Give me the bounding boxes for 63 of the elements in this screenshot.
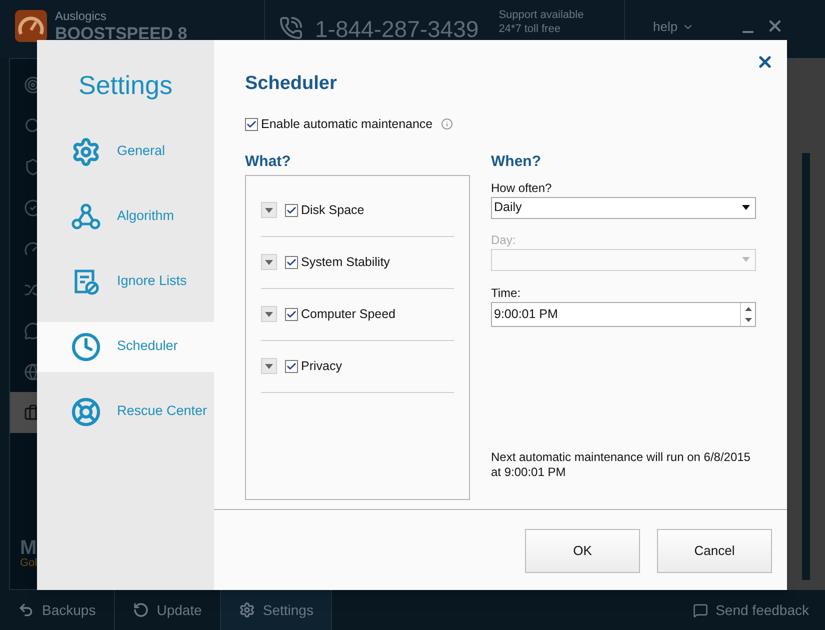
send-feedback-link[interactable]: Send feedback xyxy=(692,600,825,620)
scrollbar[interactable] xyxy=(802,153,810,580)
next-run-note: Next automatic maintenance will run on 6/8/2015 at 9:00:01 PM xyxy=(491,450,752,481)
up-arrow-icon xyxy=(744,306,752,310)
field-label: Time: xyxy=(491,284,522,302)
checkbox[interactable] xyxy=(245,118,258,131)
checkbox-label: System Stability xyxy=(301,254,390,271)
settings-nav-item[interactable]: Scheduler xyxy=(37,322,214,372)
dialog-button[interactable]: OK xyxy=(525,529,640,573)
triangle-down-icon xyxy=(265,208,273,213)
support-text: Support available xyxy=(498,8,584,22)
speech-bubble-icon xyxy=(692,602,708,618)
settings-icon xyxy=(238,602,255,618)
checkbox[interactable] xyxy=(285,360,298,373)
dialog-title: Settings xyxy=(78,69,172,102)
dialog-button[interactable]: Cancel xyxy=(657,529,772,573)
frequency-dropdown[interactable]: Daily xyxy=(491,196,756,219)
phone-number: 1-844-287-3439 xyxy=(315,18,479,41)
dropdown-arrow-icon xyxy=(742,205,750,210)
expand-button[interactable] xyxy=(261,202,277,218)
page-title: Scheduler xyxy=(245,74,338,93)
expand-button[interactable] xyxy=(261,306,277,322)
section-heading: What? xyxy=(245,154,292,169)
settings-nav-item[interactable]: Algorithm xyxy=(37,192,214,242)
gear-icon xyxy=(71,136,101,166)
checkbox-label: Computer Speed xyxy=(301,306,396,323)
settings-nav-item[interactable]: Rescue Center xyxy=(37,386,214,436)
settings-nav-item[interactable]: Ignore Lists xyxy=(37,256,214,306)
spinner-control[interactable] xyxy=(740,302,755,326)
expand-button[interactable] xyxy=(261,254,277,270)
expand-button[interactable] xyxy=(261,358,277,374)
down-arrow-icon xyxy=(744,318,752,322)
help-menu[interactable]: help xyxy=(653,20,694,33)
triangle-down-icon xyxy=(265,260,273,265)
close-icon[interactable] xyxy=(756,53,774,71)
dropdown-arrow-icon xyxy=(742,257,750,262)
lifebuoy-icon xyxy=(71,396,101,426)
triangle-down-icon xyxy=(265,312,273,317)
checkbox-label: Enable automatic maintenance xyxy=(261,116,433,133)
product-name: BOOSTSPEED 8 xyxy=(55,25,188,42)
checkbox[interactable] xyxy=(285,204,298,217)
section-heading: When? xyxy=(491,154,542,169)
undo-arrow-icon xyxy=(18,602,34,618)
phone-icon xyxy=(279,16,303,40)
connected-nodes-icon xyxy=(71,202,101,232)
settings-nav-item[interactable]: General xyxy=(37,126,214,176)
time-field[interactable]: 9:00:01 PM xyxy=(491,302,756,327)
clock-icon xyxy=(71,332,101,362)
field-label: Day: xyxy=(491,232,517,249)
refresh-icon xyxy=(132,602,149,618)
field-label: How often? xyxy=(491,180,553,197)
support-text: 24*7 toll free xyxy=(498,22,562,36)
profile-subtitle: Gol xyxy=(20,558,38,569)
brand-name: Auslogics xyxy=(55,10,108,22)
checkbox[interactable] xyxy=(285,308,298,321)
bottom-bar-button[interactable]: Settings xyxy=(220,590,332,630)
info-icon xyxy=(440,118,453,130)
checkbox-label: Disk Space xyxy=(301,202,364,219)
triangle-down-icon xyxy=(265,364,273,369)
profile-name: M xyxy=(20,538,38,558)
checkbox-label: Privacy xyxy=(301,358,342,375)
gauge-logo-icon xyxy=(15,10,47,42)
checkbox[interactable] xyxy=(285,256,298,269)
